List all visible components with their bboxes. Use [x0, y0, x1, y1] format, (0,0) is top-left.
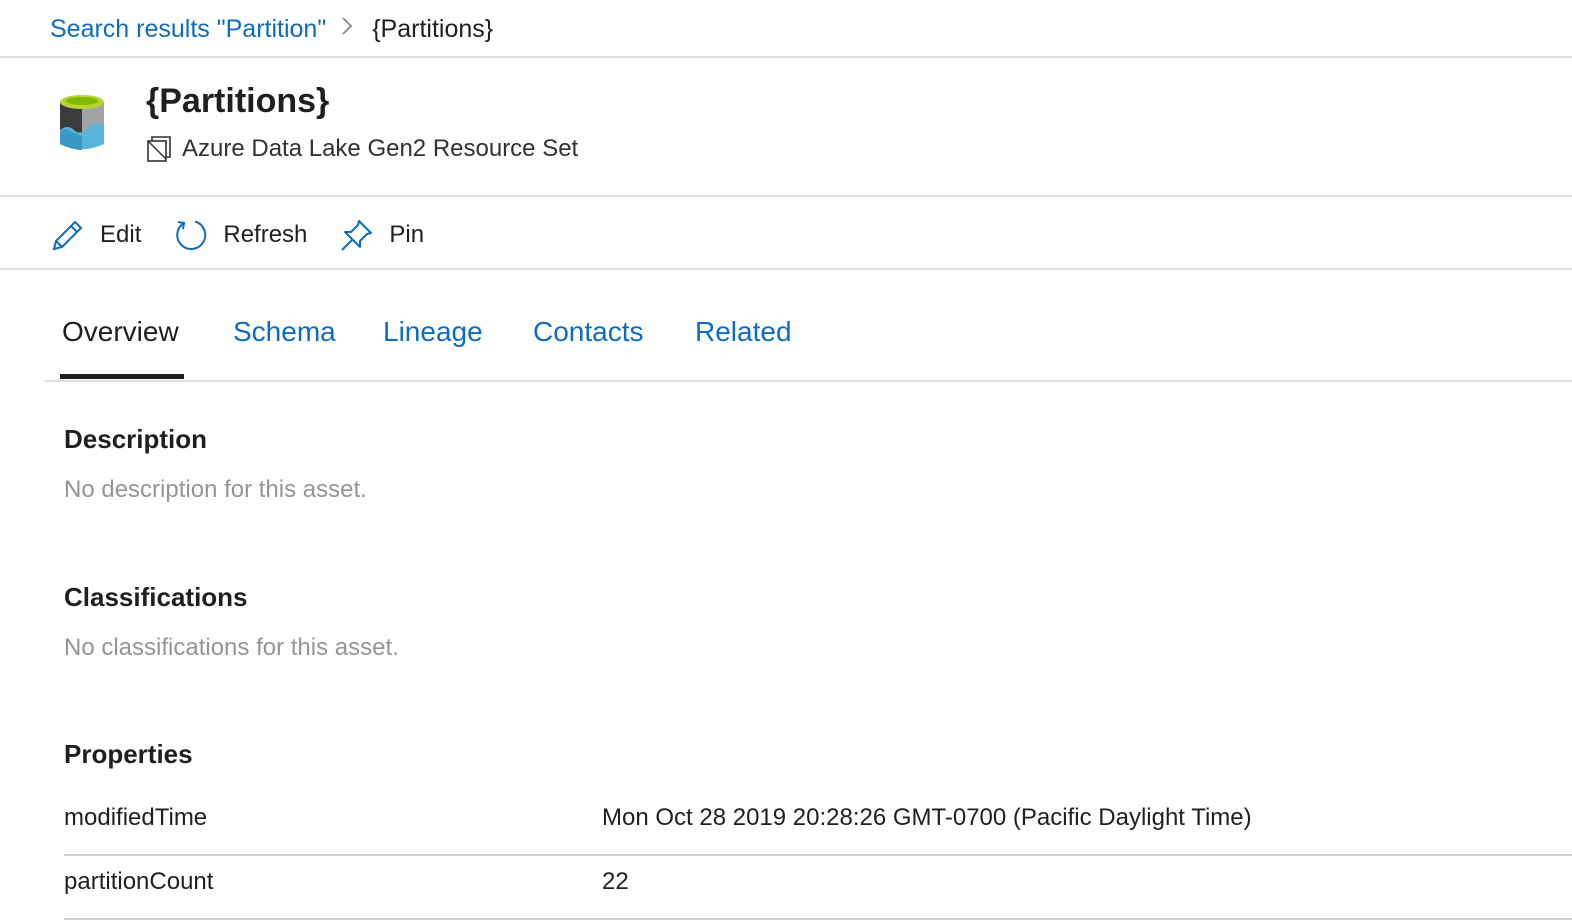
pencil-icon: [52, 220, 83, 251]
property-row: partitionCount 22: [64, 856, 1572, 920]
classifications-empty-text: No classifications for this asset.: [64, 634, 399, 661]
properties-heading: Properties: [64, 739, 193, 769]
property-row: modifiedTime Mon Oct 28 2019 20:28:26 GM…: [64, 792, 1572, 856]
breadcrumb-divider: [0, 56, 1572, 58]
property-key: partitionCount: [64, 868, 214, 895]
edit-button[interactable]: Edit: [50, 217, 141, 253]
pin-label: Pin: [389, 221, 425, 248]
refresh-button[interactable]: Refresh: [173, 217, 307, 253]
description-empty-text: No description for this asset.: [64, 476, 367, 503]
pin-button[interactable]: Pin: [339, 217, 424, 253]
tab-overview[interactable]: Overview: [62, 316, 179, 348]
asset-title: {Partitions}: [146, 82, 330, 120]
header-divider: [0, 195, 1572, 197]
property-key: modifiedTime: [64, 804, 208, 831]
tab-related[interactable]: Related: [695, 316, 792, 348]
breadcrumb: Search results "Partition" {Partitions}: [50, 10, 493, 48]
chevron-right-icon: [340, 15, 354, 44]
refresh-icon: [176, 220, 207, 250]
command-toolbar: Edit Refresh Pin: [50, 212, 456, 258]
property-value: 22: [602, 868, 629, 895]
active-tab-indicator: [60, 374, 184, 379]
data-lake-storage-icon: [58, 94, 106, 154]
breadcrumb-current: {Partitions}: [372, 14, 494, 43]
edit-label: Edit: [100, 221, 142, 248]
tab-schema[interactable]: Schema: [233, 316, 336, 348]
tab-contacts[interactable]: Contacts: [533, 316, 644, 348]
tab-bar: Overview Schema Lineage Contacts Related: [44, 304, 1572, 382]
asset-type-label: Azure Data Lake Gen2 Resource Set: [182, 135, 579, 162]
resource-set-icon: [146, 135, 172, 163]
breadcrumb-search-results-link[interactable]: Search results "Partition": [50, 15, 326, 44]
row-divider: [64, 918, 1572, 920]
toolbar-divider: [0, 268, 1572, 270]
classifications-heading: Classifications: [64, 582, 248, 612]
refresh-label: Refresh: [223, 221, 308, 248]
asset-type: Azure Data Lake Gen2 Resource Set: [146, 135, 578, 163]
property-value: Mon Oct 28 2019 20:28:26 GMT-0700 (Pacif…: [602, 804, 1252, 831]
pin-icon: [341, 220, 373, 251]
tab-lineage[interactable]: Lineage: [383, 316, 483, 348]
description-heading: Description: [64, 424, 208, 454]
